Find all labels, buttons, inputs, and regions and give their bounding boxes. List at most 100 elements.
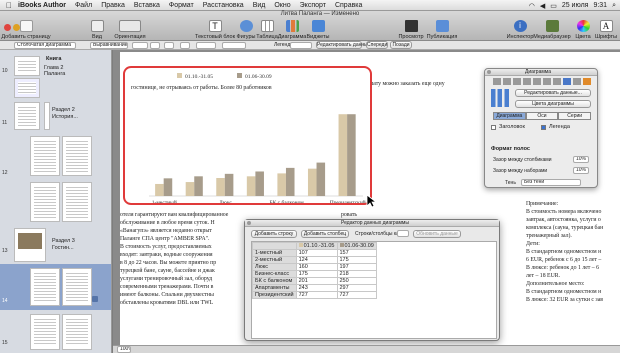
menu-format[interactable]: Формат xyxy=(169,2,194,9)
paragraph-line[interactable]: лет – 18 EUR. xyxy=(526,272,620,280)
data-cell[interactable]: 727 xyxy=(295,291,338,299)
menu-export[interactable]: Экспорт xyxy=(300,2,326,9)
stroke-color-select[interactable] xyxy=(164,42,174,49)
paragraph-line[interactable]: завтрак, автостоянка, услуги о xyxy=(526,216,620,224)
chart-bar[interactable] xyxy=(216,178,225,196)
paragraph-line[interactable]: Дети: xyxy=(526,240,620,248)
opacity-select[interactable] xyxy=(196,42,216,49)
page-thumbnail[interactable] xyxy=(62,136,92,176)
paragraph-line[interactable]: Дополнительное место: xyxy=(526,280,620,288)
menu-help[interactable]: Справка xyxy=(335,2,362,9)
paragraph-line[interactable]: В люксе: ребенок до 1 лет – 6 xyxy=(526,264,620,272)
chart-bar[interactable] xyxy=(316,162,326,196)
menu-time[interactable]: 9:31 xyxy=(593,2,607,9)
row-header[interactable]: Президентский xyxy=(252,291,297,299)
menu-file[interactable]: Файл xyxy=(75,2,92,9)
wifi-icon[interactable]: ◠ xyxy=(529,2,535,10)
page-thumbnail[interactable] xyxy=(14,78,40,98)
paragraph-line[interactable]: В стандартном одноместном н xyxy=(526,248,620,256)
data-cell[interactable]: 197 xyxy=(336,263,377,271)
paragraph-line[interactable]: тренажерный зал). xyxy=(526,232,620,240)
orientation-button[interactable]: Ориентация xyxy=(112,11,148,41)
layout-tab-icon[interactable] xyxy=(503,78,511,85)
menu-window[interactable]: Окно xyxy=(274,2,290,9)
bring-forward-button[interactable]: Спереди xyxy=(366,41,388,49)
column-header[interactable]: 01.06-30.09 xyxy=(336,242,377,250)
textbox-button[interactable]: T Текстовый блок xyxy=(195,11,235,41)
chart-bar[interactable] xyxy=(277,173,286,196)
data-cell[interactable]: 175 xyxy=(295,270,338,278)
font-size-select[interactable] xyxy=(222,42,246,49)
rows-cols-select[interactable] xyxy=(397,230,409,237)
stroke-width-select[interactable] xyxy=(150,42,160,49)
inspector-edit-data-button[interactable]: Редактировать данные... xyxy=(515,89,591,97)
page-thumbnail[interactable] xyxy=(44,102,50,130)
chart-bar[interactable] xyxy=(255,171,264,196)
send-backward-button[interactable]: Позади xyxy=(390,41,412,49)
view-button[interactable]: Вид xyxy=(88,11,106,41)
page-thumbnail[interactable] xyxy=(62,314,92,350)
add-column-button[interactable]: Добавить столбец xyxy=(301,230,349,238)
paragraph-line[interactable]: В люксе: 32 EUR за сутки с зав xyxy=(526,296,620,304)
page-thumbnail[interactable] xyxy=(30,136,60,176)
gap-sets-field[interactable]: 10% xyxy=(573,167,589,174)
page-thumbnail[interactable] xyxy=(62,182,92,222)
zoom-select[interactable]: 100% xyxy=(117,346,131,353)
menu-edit[interactable]: Правка xyxy=(101,2,125,9)
metrics-tab-icon[interactable] xyxy=(543,78,551,85)
chart-selection-frame[interactable]: гостинице, не отрываясь от работы. Более… xyxy=(123,66,372,205)
table-tab-icon[interactable] xyxy=(553,78,561,85)
paragraph-line[interactable]: В стандартном одноместном н xyxy=(526,288,620,296)
paragraph-line[interactable]: Примечание: xyxy=(526,200,620,208)
bar-chart[interactable]: 01.10.-31.05 01.06-30.09 1-местный Люкс БК с… xyxy=(125,68,370,203)
data-grid[interactable]: 01.10.-31.05 01.06-30.09 1-местный 107 157 2-… xyxy=(252,242,377,299)
close-icon[interactable] xyxy=(247,221,251,225)
fonts-button[interactable]: A Шрифты xyxy=(595,11,617,41)
title-checkbox[interactable] xyxy=(491,125,496,130)
spotlight-icon[interactable]: ⌕ xyxy=(612,2,616,10)
chart-bar[interactable] xyxy=(185,182,195,196)
data-cell[interactable]: 160 xyxy=(295,263,338,271)
data-cell[interactable]: 175 xyxy=(336,256,377,264)
inspector-button[interactable]: i Инспектор xyxy=(507,11,533,41)
graphic-tab-icon[interactable] xyxy=(533,78,541,85)
page-thumbnail[interactable] xyxy=(14,102,40,130)
data-cell[interactable]: 107 xyxy=(295,249,338,257)
menu-app[interactable]: iBooks Author xyxy=(18,2,66,9)
paragraph-line[interactable]: отеля гарантируют вам квалифицированное xyxy=(120,211,360,219)
shadow-select[interactable]: Без тени xyxy=(521,179,581,186)
page-thumbnail[interactable] xyxy=(14,228,46,262)
chart-bar[interactable] xyxy=(307,168,317,196)
chart-colors-button[interactable]: Цвета диаграммы xyxy=(515,100,591,108)
data-cell[interactable]: 250 xyxy=(336,277,377,285)
paragraph-line[interactable]: комплекса (сауна, турецкая бан xyxy=(526,224,620,232)
row-header[interactable]: 1-местный xyxy=(252,249,297,257)
edit-chart-data-button[interactable]: Редактировать данные... xyxy=(316,41,375,49)
menu-arrange[interactable]: Расстановка xyxy=(203,2,244,9)
chart-style-select[interactable]: Столбчатая диаграмма xyxy=(14,42,76,49)
menu-view[interactable]: Вид xyxy=(253,2,266,9)
alignment-select[interactable]: Выравнивание xyxy=(90,42,128,49)
legend-select[interactable] xyxy=(290,42,312,49)
widget-tab-icon[interactable] xyxy=(513,78,521,85)
row-header[interactable]: 2-местный xyxy=(252,256,297,264)
text-tab-icon[interactable] xyxy=(523,78,531,85)
chart-bar[interactable] xyxy=(246,176,256,196)
data-cell[interactable]: 243 xyxy=(295,284,338,292)
data-cell[interactable]: 727 xyxy=(336,291,377,299)
gap-bars-field[interactable]: 10% xyxy=(573,156,589,163)
chart-bar[interactable] xyxy=(224,173,234,196)
chart-bar[interactable] xyxy=(163,178,173,196)
paragraph-line[interactable]: В стоимость номера включено xyxy=(526,208,620,216)
data-cell[interactable]: 124 xyxy=(295,256,338,264)
row-header[interactable]: Апартаменты xyxy=(252,284,297,292)
chart-bar[interactable] xyxy=(285,167,295,196)
right-text-column[interactable]: Примечание: В стоимость номера включено за… xyxy=(526,200,620,304)
chart-bar[interactable] xyxy=(347,114,356,196)
row-header[interactable]: БК с балконом xyxy=(252,277,297,285)
add-row-button[interactable]: Добавить строку xyxy=(251,230,297,238)
section-menu-icon[interactable] xyxy=(92,296,98,302)
tab-chart[interactable]: Диаграмма xyxy=(493,112,526,120)
chart-bar[interactable] xyxy=(338,114,348,196)
tab-series[interactable]: Серии xyxy=(558,112,592,120)
